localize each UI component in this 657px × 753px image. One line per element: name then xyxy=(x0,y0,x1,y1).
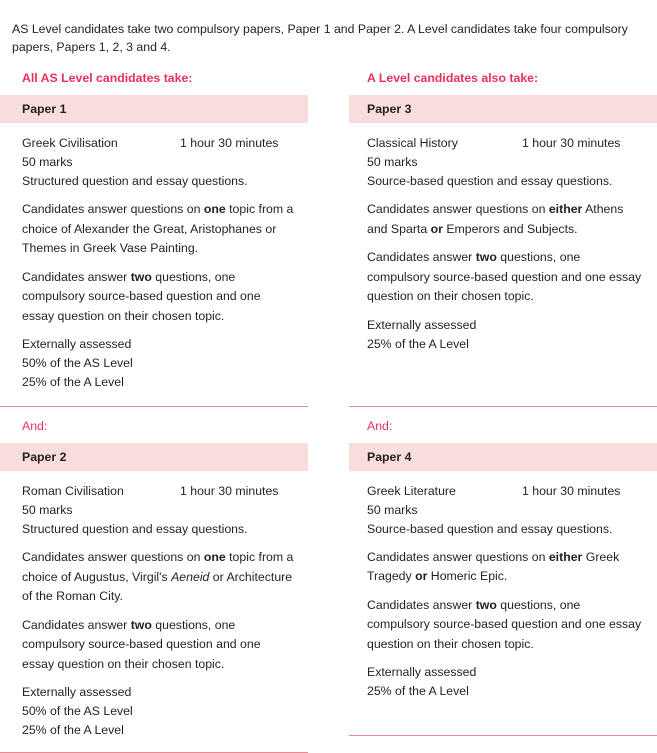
column-as-level: All AS Level candidates take: Paper 1 Gr… xyxy=(0,70,308,753)
paper-3-header-bar: Paper 3 xyxy=(349,95,657,124)
paper-2-topic-prefix: Candidates answer questions on xyxy=(22,550,204,565)
paper-1-questions: Candidates answer two questions, one com… xyxy=(22,268,296,327)
paper-3-body: Classical History 1 hour 30 minutes 50 m… xyxy=(349,123,657,354)
paper-3-questions-prefix: Candidates answer xyxy=(367,250,476,265)
divider-right-1 xyxy=(349,405,657,407)
paper-3-topic-choice: Candidates answer questions on either At… xyxy=(367,200,646,239)
paper-2-weight-a: 25% of the A Level xyxy=(22,723,124,738)
paper-3-subject: Classical History xyxy=(367,136,458,151)
paper-4-title: Paper 4 xyxy=(367,449,412,464)
paper-2-duration: 1 hour 30 minutes xyxy=(180,484,279,499)
paper-3-duration: 1 hour 30 minutes xyxy=(522,136,621,151)
a-level-heading: A Level candidates also take: xyxy=(367,71,539,86)
paper-4-questions-emphasis: two xyxy=(475,597,497,612)
paper-1-weight-a: 25% of the A Level xyxy=(22,375,124,390)
paper-1-marks: 50 marks xyxy=(22,155,73,170)
paper-4-header-bar: Paper 4 xyxy=(349,442,657,471)
intro-paragraph: AS Level candidates take two compulsory … xyxy=(12,22,628,55)
paper-1-header-bar: Paper 1 xyxy=(0,95,308,124)
and-label-left: And: xyxy=(22,419,48,434)
paper-4-format: Source-based question and essay question… xyxy=(367,521,613,536)
paper-2-subject: Roman Civilisation xyxy=(22,484,124,499)
paper-4-weight-a: 25% of the A Level xyxy=(367,684,469,699)
paper-2-title: Paper 2 xyxy=(22,450,67,465)
paper-columns: All AS Level candidates take: Paper 1 Gr… xyxy=(0,70,657,753)
paper-3-marks: 50 marks xyxy=(367,155,418,170)
paper-1-subject: Greek Civilisation xyxy=(22,136,118,151)
paper-4-topic-emphasis-1: either xyxy=(548,549,583,564)
paper-1-questions-emphasis: two xyxy=(130,269,152,284)
paper-3-topic-suffix: Emperors and Subjects. xyxy=(442,221,578,236)
paper-2-header-bar: Paper 2 xyxy=(0,443,308,472)
paper-3-assessment: Externally assessed xyxy=(367,317,477,332)
paper-2-weight-as: 50% of the AS Level xyxy=(22,704,133,719)
paper-1-topic-emphasis: one xyxy=(203,202,226,217)
paper-4-body: Greek Literature 1 hour 30 minutes 50 ma… xyxy=(349,471,657,702)
paper-4-topic-suffix: Homeric Epic. xyxy=(427,569,508,584)
paper-1-assessment: Externally assessed xyxy=(22,337,132,352)
paper-4-topic-prefix: Candidates answer questions on xyxy=(367,549,549,564)
paper-3-format: Source-based question and essay question… xyxy=(367,174,613,189)
paper-4-assessment: Externally assessed xyxy=(367,665,477,680)
paper-2-questions-emphasis: two xyxy=(130,617,152,632)
divider-right-2 xyxy=(349,735,657,737)
paper-3-questions: Candidates answer two questions, one com… xyxy=(367,248,646,307)
paper-2-topic-emphasis: one xyxy=(203,550,226,565)
paper-2-topic-work-title: Aeneid xyxy=(171,569,210,584)
divider-left-1 xyxy=(0,406,308,408)
paper-1-title: Paper 1 xyxy=(22,102,67,117)
paper-3-title: Paper 3 xyxy=(367,102,412,117)
syllabus-assessment-page: AS Level candidates take two compulsory … xyxy=(0,12,657,753)
paper-4-duration: 1 hour 30 minutes xyxy=(522,483,621,498)
paper-2-subject-row: Roman Civilisation 1 hour 30 minutes xyxy=(22,482,296,501)
as-level-heading: All AS Level candidates take: xyxy=(22,71,193,86)
paper-2-topic-choice: Candidates answer questions on one topic… xyxy=(22,548,296,607)
paper-1-questions-prefix: Candidates answer xyxy=(22,269,131,284)
column-a-level: A Level candidates also take: Paper 3 Cl… xyxy=(349,70,657,753)
paper-3-topic-emphasis-2: or xyxy=(430,221,443,236)
paper-1-format: Structured question and essay questions. xyxy=(22,174,248,189)
paper-4-marks: 50 marks xyxy=(367,502,418,517)
paper-3-questions-emphasis: two xyxy=(475,250,497,265)
paper-1-topic-prefix: Candidates answer questions on xyxy=(22,202,204,217)
paper-2-questions: Candidates answer two questions, one com… xyxy=(22,616,296,675)
paper-3-topic-emphasis-1: either xyxy=(548,202,583,217)
paper-2-marks: 50 marks xyxy=(22,503,73,518)
paper-4-questions-prefix: Candidates answer xyxy=(367,597,476,612)
paper-2-assessment: Externally assessed xyxy=(22,685,132,700)
paper-1-weight-as: 50% of the AS Level xyxy=(22,356,133,371)
paper-3-topic-prefix: Candidates answer questions on xyxy=(367,202,549,217)
paper-3-subject-row: Classical History 1 hour 30 minutes xyxy=(367,134,646,153)
paper-2-body: Roman Civilisation 1 hour 30 minutes 50 … xyxy=(0,471,308,740)
and-label-right: And: xyxy=(367,418,393,433)
paper-3-weight-a: 25% of the A Level xyxy=(367,336,469,351)
paper-2-questions-prefix: Candidates answer xyxy=(22,617,131,632)
paper-1-body: Greek Civilisation 1 hour 30 minutes 50 … xyxy=(0,123,308,392)
paper-4-subject: Greek Literature xyxy=(367,483,456,498)
paper-4-topic-choice: Candidates answer questions on either Gr… xyxy=(367,548,646,587)
paper-1-duration: 1 hour 30 minutes xyxy=(180,136,279,151)
paper-1-subject-row: Greek Civilisation 1 hour 30 minutes xyxy=(22,134,296,153)
paper-4-subject-row: Greek Literature 1 hour 30 minutes xyxy=(367,482,646,501)
paper-4-questions: Candidates answer two questions, one com… xyxy=(367,596,646,655)
paper-2-format: Structured question and essay questions. xyxy=(22,522,248,537)
paper-1-topic-choice: Candidates answer questions on one topic… xyxy=(22,200,296,259)
paper-4-topic-emphasis-2: or xyxy=(415,569,428,584)
